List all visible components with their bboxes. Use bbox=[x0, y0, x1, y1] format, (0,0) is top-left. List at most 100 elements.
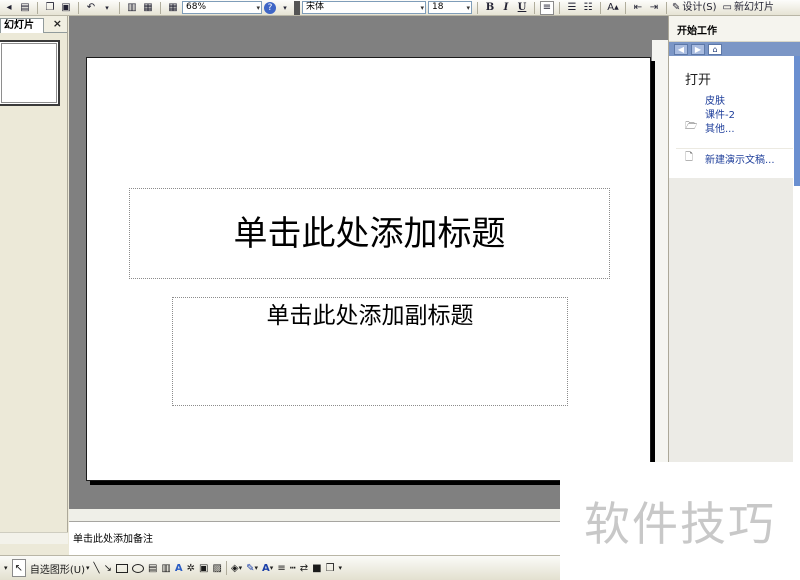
font-color-icon[interactable]: A ▾ bbox=[262, 559, 273, 577]
task-pane: 开始工作 ◀ ▶ ⌂ 打开 皮肤 课件-2 🗁 其他... 🗋 新建演示文稿..… bbox=[668, 16, 800, 521]
3d-style-icon[interactable]: ❒ bbox=[326, 559, 335, 577]
shadow-style-icon[interactable]: ■ bbox=[312, 559, 321, 577]
vertical-scrollbar[interactable] bbox=[652, 40, 668, 480]
more-files-link[interactable]: 🗁 其他... bbox=[676, 120, 793, 135]
folder-open-icon: 🗁 bbox=[685, 120, 698, 132]
toolbar-separator bbox=[625, 1, 626, 14]
undo-icon[interactable]: ↶ bbox=[84, 1, 98, 15]
design-button[interactable]: ✎ 设计(S) bbox=[672, 1, 717, 15]
italic-button[interactable]: I bbox=[499, 1, 513, 15]
autoshapes-label: 自选图形(U) bbox=[29, 564, 86, 576]
font-name-value: 宋体 bbox=[306, 2, 325, 12]
design-label: 设计(S) bbox=[682, 1, 717, 13]
toolbar-options-icon[interactable]: ▾ bbox=[278, 1, 292, 15]
fill-color-icon[interactable]: ◈ ▾ bbox=[231, 559, 242, 577]
recent-file-link[interactable]: 皮肤 bbox=[676, 92, 793, 107]
paste-icon[interactable]: ▣ bbox=[59, 1, 73, 15]
autoshapes-menu[interactable]: 自选图形(U) ▾ bbox=[30, 559, 90, 577]
chevron-down-icon: ▾ bbox=[86, 564, 90, 572]
horizontal-scrollbar[interactable] bbox=[69, 509, 560, 521]
font-size-value: 18 bbox=[432, 2, 444, 12]
diagram-icon[interactable]: ✲ bbox=[187, 559, 195, 577]
increase-font-icon[interactable]: A ▲ bbox=[606, 1, 620, 15]
subtitle-placeholder-text: 单击此处添加副标题 bbox=[266, 303, 474, 329]
task-pane-side-strip bbox=[794, 56, 800, 186]
new-slide-icon: ▭ bbox=[722, 1, 732, 13]
font-size-select[interactable]: 18 ▾ bbox=[428, 1, 472, 14]
toolbar-separator bbox=[477, 1, 478, 14]
home-icon[interactable]: ⌂ bbox=[708, 43, 722, 55]
zoom-value: 68% bbox=[186, 2, 207, 12]
watermark-text: 软件技巧 bbox=[584, 497, 776, 551]
toolbar-separator bbox=[37, 1, 38, 14]
insert-table-icon[interactable]: ▦ bbox=[141, 1, 155, 15]
oval-icon[interactable] bbox=[131, 559, 144, 577]
toolbar-separator bbox=[78, 1, 79, 14]
tab-slides[interactable]: 幻灯片 bbox=[0, 18, 44, 33]
numbered-list-icon[interactable]: ☰ bbox=[565, 1, 579, 15]
copy-icon[interactable]: ❐ bbox=[43, 1, 57, 15]
help-icon[interactable]: ? bbox=[264, 1, 276, 14]
toolbar-options-icon[interactable]: ▾ bbox=[339, 559, 343, 577]
task-pane-nav: ◀ ▶ ⌂ bbox=[669, 42, 800, 56]
back-icon[interactable]: ◀ bbox=[674, 43, 688, 55]
notes-left-margin bbox=[0, 544, 69, 555]
increase-indent-icon[interactable]: ⇥ bbox=[647, 1, 661, 15]
underline-button[interactable]: U bbox=[515, 1, 529, 15]
toolbar-separator bbox=[225, 561, 227, 575]
title-placeholder-text: 单击此处添加标题 bbox=[233, 214, 506, 254]
line-color-icon[interactable]: ✎ ▾ bbox=[246, 559, 258, 577]
toolbar-grip-icon bbox=[294, 0, 300, 15]
arrow-icon[interactable]: ↘ bbox=[104, 559, 112, 577]
tab-slides-label: 幻灯片 bbox=[4, 20, 34, 31]
notes-placeholder: 单击此处添加备注 bbox=[73, 534, 153, 545]
forward-icon[interactable]: ▶ bbox=[691, 43, 705, 55]
slides-pane-scrollbar[interactable] bbox=[0, 532, 68, 544]
chevron-down-icon: ▾ bbox=[420, 4, 424, 12]
print-icon[interactable]: ▤ bbox=[18, 1, 32, 15]
slide-thumbnail[interactable] bbox=[0, 40, 60, 106]
decrease-indent-icon[interactable]: ⇤ bbox=[631, 1, 645, 15]
bold-button[interactable]: B bbox=[483, 1, 497, 15]
line-icon[interactable]: ╲ bbox=[94, 559, 100, 577]
chevron-down-icon[interactable]: ▾ bbox=[4, 559, 8, 577]
toolbar-edge-icon: ◂ bbox=[6, 1, 12, 13]
undo-dropdown-icon[interactable]: ▾ bbox=[100, 1, 114, 15]
bulleted-list-icon[interactable]: ☷ bbox=[581, 1, 595, 15]
rectangle-icon[interactable] bbox=[115, 559, 128, 577]
insert-chart-icon[interactable]: ▥ bbox=[125, 1, 139, 15]
wordart-icon[interactable]: A bbox=[175, 559, 183, 577]
formatting-toolbar: ◂ ▤ ❐ ▣ ↶ ▾ ▥ ▦ ▦ 68% ▾ ? ▾ 宋体 ▾ 18 ▾ B … bbox=[0, 0, 800, 16]
slides-pane-tabs: 幻灯片 × bbox=[0, 16, 67, 33]
slide: 单击此处添加标题 单击此处添加副标题 bbox=[86, 57, 651, 481]
vertical-text-box-icon[interactable]: ▥ bbox=[161, 559, 170, 577]
picture-icon[interactable]: ▨ bbox=[212, 559, 221, 577]
text-box-icon[interactable]: ▤ bbox=[148, 559, 157, 577]
font-name-select[interactable]: 宋体 ▾ bbox=[302, 1, 426, 14]
watermark: 软件技巧 bbox=[560, 462, 800, 580]
task-pane-body: 打开 皮肤 课件-2 🗁 其他... 🗋 新建演示文稿... bbox=[676, 56, 793, 178]
new-presentation-link[interactable]: 🗋 新建演示文稿... bbox=[676, 148, 793, 166]
clip-art-icon[interactable]: ▣ bbox=[199, 559, 208, 577]
toolbar-separator bbox=[160, 1, 161, 14]
select-objects-icon[interactable]: ↖ bbox=[11, 559, 26, 577]
more-files-label: 其他... bbox=[705, 123, 735, 135]
line-style-icon[interactable]: ≡ bbox=[277, 559, 285, 577]
grid-icon[interactable]: ▦ bbox=[166, 1, 180, 15]
toolbar-separator bbox=[600, 1, 601, 14]
zoom-select[interactable]: 68% ▾ bbox=[182, 1, 262, 14]
toolbar-separator bbox=[666, 1, 667, 14]
new-slide-button[interactable]: ▭ 新幻灯片 bbox=[723, 1, 774, 15]
arrow-style-icon[interactable]: ⇄ bbox=[300, 559, 308, 577]
design-icon: ✎ bbox=[672, 1, 681, 13]
toolbar-separator bbox=[534, 1, 535, 14]
close-icon[interactable]: × bbox=[53, 17, 62, 30]
title-placeholder[interactable]: 单击此处添加标题 bbox=[129, 188, 610, 279]
subtitle-placeholder[interactable]: 单击此处添加副标题 bbox=[172, 297, 568, 406]
dash-style-icon[interactable]: ┅ bbox=[290, 559, 296, 577]
slides-pane: 幻灯片 × bbox=[0, 16, 68, 544]
task-pane-header: 开始工作 bbox=[669, 16, 800, 42]
align-left-icon[interactable]: ≡ bbox=[540, 0, 554, 15]
toolbar-separator bbox=[119, 1, 120, 14]
recent-file-label: 皮肤 bbox=[705, 95, 725, 107]
